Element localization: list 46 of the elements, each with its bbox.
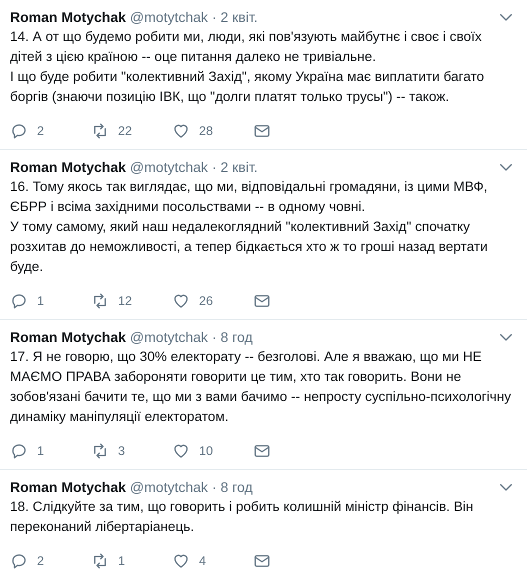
tweet-time[interactable]: · 2 квіт. [212,159,258,175]
heart-icon [172,122,190,140]
author-handle[interactable]: @motytchak [130,9,208,25]
speech-bubble-icon [10,122,28,140]
tweet-text: І що буде робити "колективний Захід", якому Україна має виплатити багато боргів (знаючи позицію ІВК, що "долги платят только трусы") -- також. [10,68,486,106]
tweet-time[interactable]: · 8 год [212,479,253,495]
author-name[interactable]: Roman Motychak [10,329,126,345]
retweet-icon [91,292,109,310]
retweet-icon [91,552,109,570]
retweet-button[interactable]: 22 [91,122,172,140]
reply-button[interactable]: 1 [10,442,91,460]
tweet-text: 14. А от що будемо робити ми, люди, які пов'язують майбутнє і своє і своїх дітей з цією країною -- оце питання далеко не тривіальне. [10,28,483,66]
like-button[interactable]: 28 [172,122,253,140]
author-handle[interactable]: @motytchak [130,479,208,495]
author-name[interactable]: Roman Motychak [10,9,126,25]
retweet-button[interactable]: 12 [91,292,172,310]
speech-bubble-icon [10,552,28,570]
speech-bubble-icon [10,292,28,310]
author-name[interactable]: Roman Motychak [10,479,126,495]
heart-icon [172,552,190,570]
tweet-time[interactable]: · 2 квіт. [212,9,258,25]
tweet-text: 16. Тому якось так виглядає, що ми, відповідальні громадяни, із цими МВФ, ЄБРР і всіма західними посольствами -- в одному човні. [10,178,488,216]
tweet-text: 18. Слідкуйте за тим, що говорить і робить колишній міністр фінансів. Він переконаний лібертаріанець. [10,498,474,536]
author-name[interactable]: Roman Motychak [10,159,126,175]
heart-icon [172,442,190,460]
author-handle[interactable]: @motytchak [130,159,208,175]
retweet-button[interactable]: 3 [91,442,172,460]
envelope-icon [253,292,271,310]
retweet-icon [91,442,109,460]
reply-button[interactable]: 2 [10,552,91,570]
like-button[interactable]: 4 [172,552,253,570]
heart-icon [172,292,190,310]
speech-bubble-icon [10,442,28,460]
envelope-icon [253,552,271,570]
reply-button[interactable]: 1 [10,292,91,310]
reply-button[interactable]: 2 [10,122,91,140]
envelope-icon [253,442,271,460]
tweet-text: У тому самому, який наш недалекоглядний "колективний Захід" спочатку розхитав до неможливості, а тепер бідкається хто ж то гроші назад вертати буде. [10,218,489,276]
retweet-button[interactable]: 1 [91,552,172,570]
envelope-icon [253,122,271,140]
retweet-icon [91,122,109,140]
like-button[interactable]: 26 [172,292,253,310]
tweet-text: 17. Я не говорю, що 30% електорату -- безголові. Але я вважаю, що ми НЕ МАЄМО ПРАВА забороняти говорити це тим, хто так говорить. Вони не зобов'язані бачити те, що ми з вами бачимо -- непросту суспільно-психологічну динаміку маніпуляції електоратом. [10,348,512,426]
like-button[interactable]: 10 [172,442,253,460]
tweet-time[interactable]: · 8 год [212,329,253,345]
author-handle[interactable]: @motytchak [130,329,208,345]
